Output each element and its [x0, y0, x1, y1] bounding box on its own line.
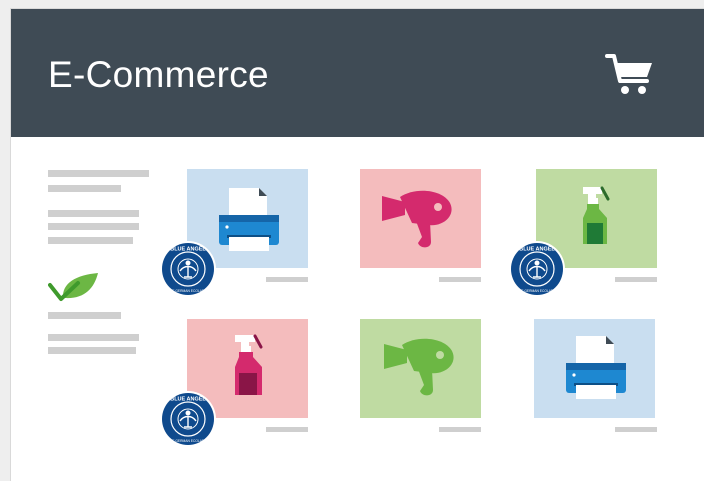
product-caption [615, 277, 657, 282]
ecolabel-subtext: THE GERMAN ECOLABEL [168, 289, 208, 293]
hair-dryer-icon [382, 190, 452, 248]
ecolabel-subtext: THE GERMAN ECOLABEL [168, 439, 208, 443]
printer-icon [566, 336, 626, 399]
ecolabel-name: BLUE ANGEL [519, 247, 555, 253]
sidebar-line [48, 237, 133, 244]
sidebar-line [48, 334, 139, 341]
ecolabel-name: BLUE ANGEL [170, 247, 206, 253]
sidebar-line [48, 185, 121, 192]
shopping-cart-icon[interactable] [605, 51, 655, 97]
blue-angel-ecolabel-icon: BLUE ANGEL THE GERMAN ECOLABEL [160, 391, 216, 447]
hair-dryer-icon [384, 338, 454, 396]
sidebar-line [48, 170, 149, 177]
sidebar-line [48, 347, 136, 354]
product-caption [439, 427, 481, 432]
product-tile-hair-dryer[interactable] [360, 319, 481, 418]
ecommerce-window: E-Commerce BLUE ANGEL THE GERMAN ECOLABE… [10, 8, 704, 481]
sidebar-line [48, 312, 121, 319]
header-bar: E-Commerce [11, 9, 704, 137]
product-tile-hair-dryer[interactable] [360, 169, 481, 268]
product-caption [266, 427, 308, 432]
sidebar-line [48, 223, 139, 230]
blue-angel-ecolabel-icon: BLUE ANGEL THE GERMAN ECOLABEL [160, 241, 216, 297]
product-caption [615, 427, 657, 432]
page-title: E-Commerce [48, 54, 269, 95]
product-caption [439, 277, 481, 282]
ecolabel-name: BLUE ANGEL [170, 397, 206, 403]
ecolabel-subtext: THE GERMAN ECOLABEL [517, 289, 557, 293]
product-caption [266, 277, 308, 282]
product-tile-printer[interactable] [534, 319, 655, 418]
blue-angel-ecolabel-icon: BLUE ANGEL THE GERMAN ECOLABEL [509, 241, 565, 297]
sidebar-line [48, 210, 139, 217]
eco-leaf-icon[interactable] [48, 271, 102, 305]
